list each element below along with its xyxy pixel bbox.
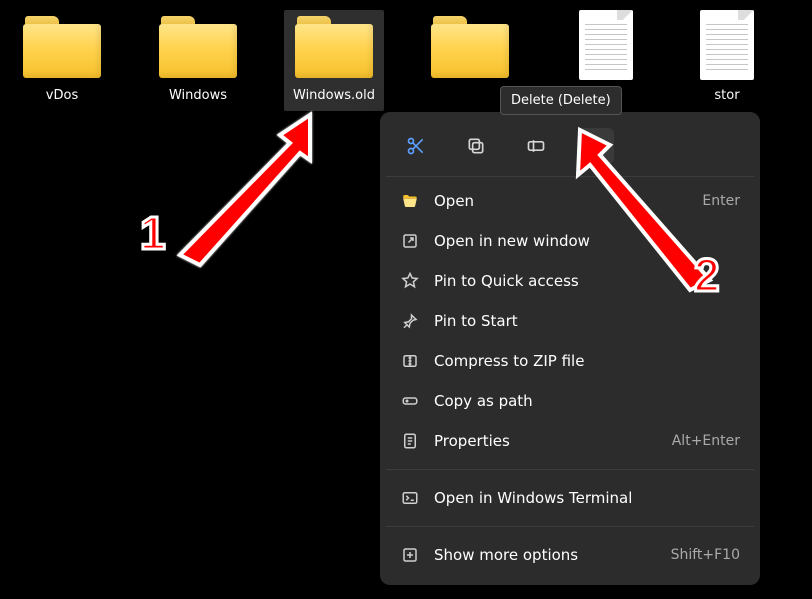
menu-label: Show more options	[434, 546, 657, 564]
new-window-icon	[400, 231, 420, 251]
folder-item-windows[interactable]: Windows	[148, 10, 248, 111]
item-label: Windows.old	[293, 88, 375, 103]
terminal-icon	[400, 488, 420, 508]
folder-icon	[295, 16, 373, 78]
item-label: stor	[714, 88, 739, 103]
context-menu: Open Enter Open in new window Pin to Qui…	[380, 112, 760, 585]
folder-open-icon	[400, 191, 420, 211]
menu-label: Open in Windows Terminal	[434, 489, 740, 507]
pin-icon	[400, 311, 420, 331]
desktop-icon-grid: vDos Windows Windows.old stor	[0, 0, 812, 111]
menu-open-terminal[interactable]: Open in Windows Terminal	[386, 478, 754, 518]
context-action-row	[386, 118, 754, 177]
menu-label: Compress to ZIP file	[434, 352, 740, 370]
file-item-doc2[interactable]: stor	[692, 10, 762, 111]
trash-icon	[586, 136, 606, 156]
menu-copy-path[interactable]: Copy as path	[386, 381, 754, 421]
menu-open[interactable]: Open Enter	[386, 181, 754, 221]
menu-properties[interactable]: Properties Alt+Enter	[386, 421, 754, 461]
star-icon	[400, 271, 420, 291]
rename-icon	[526, 136, 546, 156]
document-icon	[700, 10, 754, 80]
menu-label: Open	[434, 192, 688, 210]
copy-icon	[466, 136, 486, 156]
copy-button[interactable]	[458, 128, 494, 164]
menu-label: Pin to Start	[434, 312, 740, 330]
menu-accel: Alt+Enter	[672, 433, 740, 449]
rename-button[interactable]	[518, 128, 554, 164]
document-icon	[579, 10, 633, 80]
zip-icon	[400, 351, 420, 371]
menu-label: Copy as path	[434, 392, 740, 410]
menu-accel: Shift+F10	[671, 547, 740, 563]
menu-label: Properties	[434, 432, 658, 450]
path-icon	[400, 391, 420, 411]
folder-icon	[431, 16, 509, 78]
tooltip-delete: Delete (Delete)	[500, 86, 622, 115]
folder-icon	[159, 16, 237, 78]
item-label: Windows	[169, 88, 227, 103]
menu-compress-zip[interactable]: Compress to ZIP file	[386, 341, 754, 381]
delete-button[interactable]	[578, 128, 614, 164]
menu-pin-start[interactable]: Pin to Start	[386, 301, 754, 341]
annotation-arrow-1	[150, 105, 330, 275]
folder-item-windows-old[interactable]: Windows.old	[284, 10, 384, 111]
scissors-icon	[406, 136, 426, 156]
cut-button[interactable]	[398, 128, 434, 164]
annotation-number-2: 2	[694, 248, 721, 302]
properties-icon	[400, 431, 420, 451]
menu-show-more-options[interactable]: Show more options Shift+F10	[386, 535, 754, 575]
folder-item-vdos[interactable]: vDos	[12, 10, 112, 111]
item-label: vDos	[46, 88, 78, 103]
menu-accel: Enter	[702, 193, 740, 209]
more-options-icon	[400, 545, 420, 565]
folder-icon	[23, 16, 101, 78]
annotation-number-1: 1	[140, 206, 167, 260]
